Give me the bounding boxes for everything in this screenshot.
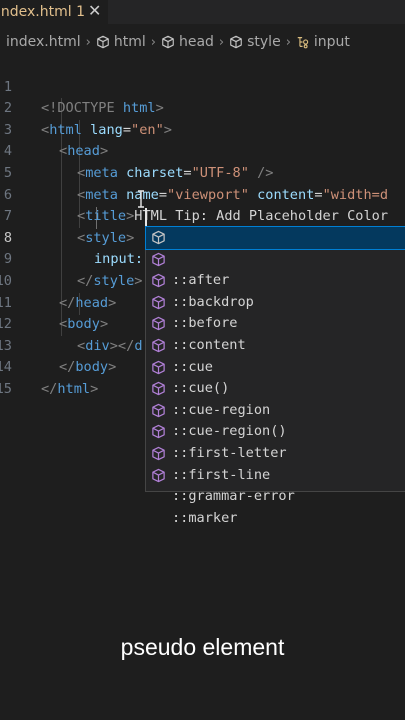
punct-token: > (90, 380, 99, 397)
code-line: 5 <meta name="viewport" content="width=d (0, 141, 405, 203)
breadcrumb-item-html[interactable]: html (114, 34, 146, 50)
chevron-right-icon: › (285, 34, 291, 50)
code-line: 7 <style> (0, 185, 405, 246)
cube-icon (162, 35, 174, 49)
cube-icon (152, 295, 165, 309)
suggestion-label: ::marker (172, 509, 238, 526)
i-beam-cursor-icon (138, 190, 144, 208)
suggestion-item[interactable]: ::after (145, 226, 405, 288)
breadcrumb: index.html › html › head › style › input (0, 31, 405, 53)
video-caption: pseudo element (120, 634, 285, 660)
code-line: 2 <html lang="en"> (0, 77, 405, 138)
cube-icon (230, 35, 242, 49)
suggestion-item[interactable]: ::first-letter (146, 400, 405, 461)
tab-bar: index.html 1 ✕ (0, 0, 405, 24)
selector-icon (297, 37, 309, 49)
tab-label: index.html 1 (0, 4, 85, 20)
cube-icon (152, 230, 165, 245)
breadcrumb-item-style[interactable]: style (247, 34, 281, 50)
chevron-right-icon: › (218, 34, 225, 50)
code-line: 3 <head> (0, 98, 405, 160)
breadcrumb-item-file[interactable]: index.html (6, 34, 81, 50)
cube-icon (152, 468, 165, 482)
suggestion-item[interactable]: ::cue-region() (146, 378, 405, 439)
close-icon[interactable]: ✕ (88, 1, 101, 20)
code-line: 1 <!DOCTYPE html> (0, 55, 405, 117)
breadcrumb-item-input[interactable]: input (314, 34, 350, 50)
suggestion-item[interactable]: ::cue (146, 313, 405, 375)
cube-icon (152, 403, 165, 417)
suggestion-item[interactable]: ::first-line (146, 421, 405, 483)
line-number: 15 (0, 380, 12, 397)
suggestion-item[interactable]: ::cue() (146, 335, 405, 396)
cube-icon (152, 425, 165, 439)
code-line-active: 8 input: (0, 206, 405, 268)
chevron-right-icon: › (150, 34, 156, 50)
cube-icon (152, 252, 165, 266)
suggestion-item[interactable]: ::grammar-error (146, 443, 405, 504)
text-caret (145, 208, 147, 226)
cube-icon (97, 35, 109, 49)
suggestion-item[interactable]: ::marker (146, 465, 405, 526)
suggestion-item[interactable]: ::before (146, 270, 405, 331)
cube-icon (152, 273, 165, 288)
code-line: 4 <meta charset="UTF-8" /> (0, 120, 405, 181)
suggestion-item[interactable]: ::cue-region (146, 357, 405, 418)
punct-token: </ (41, 380, 58, 397)
tab-index-html[interactable]: index.html 1 ✕ (0, 0, 108, 24)
suggestion-item[interactable]: ::backdrop (146, 249, 405, 310)
tag-token: html (57, 380, 91, 397)
cube-icon (152, 317, 165, 331)
code-line: 6 <title>HTML Tip: Add Placeholder Color (0, 163, 405, 225)
cube-icon (152, 446, 165, 461)
cube-icon (152, 338, 165, 353)
suggestion-label: ::grammar-error (172, 488, 295, 505)
cube-icon (152, 360, 165, 374)
breadcrumb-item-head[interactable]: head (179, 34, 214, 50)
chevron-right-icon: › (85, 34, 91, 50)
suggestion-item[interactable]: ::content (146, 292, 405, 353)
cube-icon (152, 381, 165, 396)
autocomplete-suggestions[interactable]: ::after ::backdrop ::before ::content ::… (145, 226, 405, 526)
